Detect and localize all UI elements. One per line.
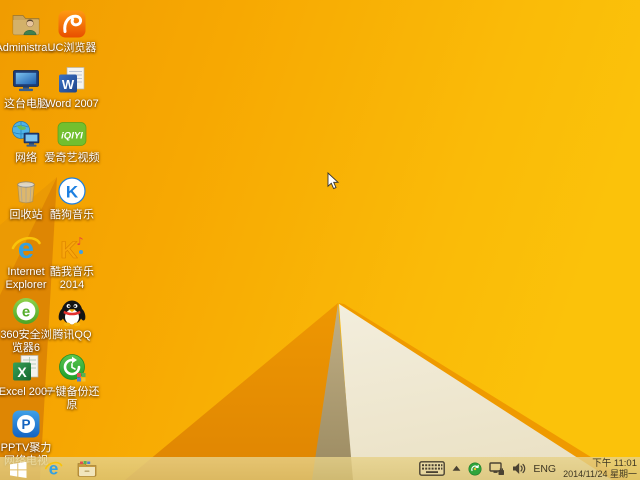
clock-date: 2014/11/24 星期一: [563, 469, 637, 479]
language-indicator[interactable]: ENG: [533, 463, 556, 475]
network-status-icon[interactable]: [489, 462, 505, 476]
svg-text:iQIYI: iQIYI: [61, 131, 83, 142]
taskbar-internet-explorer[interactable]: e: [36, 457, 70, 480]
pptv-icon: P: [10, 408, 42, 440]
iqiyi-icon: iQIYI: [56, 118, 88, 150]
uc-browser-icon: [56, 8, 88, 40]
taskbar-file-explorer[interactable]: [70, 457, 104, 480]
internet-explorer-icon: e: [10, 232, 42, 264]
taskbar-clock[interactable]: 下午 11:01 2014/11/24 星期一: [563, 459, 637, 479]
svg-text:X: X: [17, 364, 27, 380]
icon-label: 酷狗音乐: [41, 209, 103, 222]
clock-time: 下午 11:01: [592, 459, 637, 469]
windows-logo-icon: [9, 459, 28, 478]
svg-text:K: K: [66, 183, 79, 202]
network-icon: [10, 118, 42, 150]
touch-keyboard-icon[interactable]: [419, 461, 445, 476]
svg-text:P: P: [21, 417, 30, 432]
icon-label: 爱奇艺视频: [41, 152, 103, 165]
icon-label: UC浏览器: [41, 42, 103, 55]
backup-restore-icon: [56, 352, 88, 384]
desktop-icon-iqiyi[interactable]: iQIYI 爱奇艺视频: [41, 118, 103, 165]
360-tray-icon[interactable]: [468, 462, 482, 476]
icon-label: 一键备份还原: [41, 386, 103, 412]
volume-icon[interactable]: [512, 462, 526, 475]
svg-text:♪: ♪: [76, 235, 83, 248]
desktop-icon-backup-restore[interactable]: 一键备份还原: [41, 352, 103, 412]
taskbar: e: [0, 457, 640, 480]
desktop-icon-kuwo-music[interactable]: K ♪ 酷我音乐2014: [41, 232, 103, 292]
icon-label: Word 2007: [41, 98, 103, 111]
svg-text:W: W: [62, 77, 75, 92]
desktop-icon-uc-browser[interactable]: UC浏览器: [41, 8, 103, 55]
desktop-icon-tencent-qq[interactable]: 腾讯QQ: [41, 295, 103, 342]
desktop-icon-kugou-music[interactable]: K 酷狗音乐: [41, 175, 103, 222]
excel-icon: X: [10, 352, 42, 384]
kuwo-music-icon: K ♪: [56, 232, 88, 264]
qq-penguin-icon: [56, 295, 88, 327]
user-folder-icon: [10, 8, 42, 40]
internet-explorer-icon: e: [44, 459, 63, 478]
computer-icon: [10, 64, 42, 96]
start-button[interactable]: [0, 457, 36, 480]
360-browser-icon: e: [10, 295, 42, 327]
file-explorer-icon: [77, 460, 97, 477]
word-icon: W: [56, 64, 88, 96]
desktop-icon-word-2007[interactable]: W Word 2007: [41, 64, 103, 111]
desktop: Administra... 这台电脑 网络 回: [0, 0, 640, 480]
icon-label: 腾讯QQ: [41, 329, 103, 342]
svg-text:e: e: [22, 304, 30, 321]
icon-label: 酷我音乐2014: [41, 266, 103, 292]
recycle-bin-icon: [10, 175, 42, 207]
kugou-music-icon: K: [56, 175, 88, 207]
show-hidden-icons-chevron[interactable]: [452, 465, 461, 472]
